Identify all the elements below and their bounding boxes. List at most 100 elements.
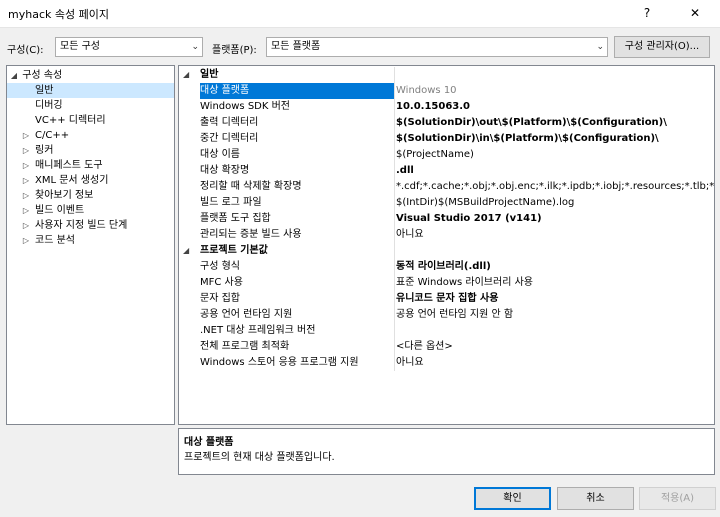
tree-item[interactable]: ▷ 빌드 이벤트 xyxy=(7,203,174,218)
description-title: 대상 플랫폼 xyxy=(184,437,234,448)
property-name: 출력 디렉터리 xyxy=(200,117,259,128)
property-row[interactable]: Windows SDK 버전 10.0.15063.0 xyxy=(179,99,714,115)
tree-item-label: 디버깅 xyxy=(35,100,63,111)
grid-category-label: 프로젝트 기본값 xyxy=(200,245,268,256)
property-row[interactable]: 대상 이름 $(ProjectName) xyxy=(179,147,714,163)
config-label: 구성(C): xyxy=(7,45,44,56)
property-name: 관리되는 증분 빌드 사용 xyxy=(200,229,302,240)
property-name: 공용 언어 런타임 지원 xyxy=(200,309,293,320)
property-value[interactable]: 아니요 xyxy=(396,355,714,371)
property-row[interactable]: 대상 플랫폼 Windows 10 xyxy=(179,83,714,99)
property-value[interactable]: $(SolutionDir)\in\$(Platform)\$(Configur… xyxy=(396,131,714,147)
property-value[interactable]: Windows 10 xyxy=(396,83,714,99)
property-value[interactable]: $(ProjectName) xyxy=(396,147,714,163)
property-name: .NET 대상 프레임워크 버전 xyxy=(200,325,316,336)
grid-category[interactable]: ◢ 일반 xyxy=(179,67,714,83)
property-row[interactable]: 전체 프로그램 최적화 <다른 옵션> xyxy=(179,339,714,355)
property-value[interactable]: *.cdf;*.cache;*.obj;*.obj.enc;*.ilk;*.ip… xyxy=(396,179,714,195)
property-name: 전체 프로그램 최적화 xyxy=(200,341,290,352)
tree-item[interactable]: 일반 xyxy=(7,83,174,98)
property-name: 대상 이름 xyxy=(200,149,240,160)
tree-item-label: 빌드 이벤트 xyxy=(35,205,85,216)
expand-arrow-icon: ▷ xyxy=(22,236,30,245)
property-row[interactable]: 공용 언어 런타임 지원 공용 언어 런타임 지원 안 함 xyxy=(179,307,714,323)
property-value[interactable]: 유니코드 문자 집합 사용 xyxy=(396,291,714,307)
property-value[interactable]: Visual Studio 2017 (v141) xyxy=(396,211,714,227)
property-grid: ◢ 일반 대상 플랫폼 Windows 10 Windows SDK 버전 10.0.15… xyxy=(178,65,715,425)
description-panel: 대상 플랫폼 프로젝트의 현재 대상 플랫폼입니다. xyxy=(178,428,715,475)
ok-button[interactable]: 확인 xyxy=(474,487,551,510)
tree-item[interactable]: ▷ C/C++ xyxy=(7,128,174,143)
tree-item-label: 사용자 지정 빌드 단계 xyxy=(35,220,128,231)
property-row[interactable]: 플랫폼 도구 집합 Visual Studio 2017 (v141) xyxy=(179,211,714,227)
cancel-button[interactable]: 취소 xyxy=(557,487,634,510)
property-name: 정리할 때 삭제할 확장명 xyxy=(200,181,302,192)
property-name: 대상 확장명 xyxy=(200,165,250,176)
expanded-triangle-icon: ◢ xyxy=(183,246,190,255)
property-value[interactable]: 표준 Windows 라이브러리 사용 xyxy=(396,275,714,291)
property-name: 대상 플랫폼 xyxy=(200,83,394,99)
expanded-triangle-icon: ◢ xyxy=(183,70,190,79)
property-value[interactable]: 아니요 xyxy=(396,227,714,243)
property-row[interactable]: 출력 디렉터리 $(SolutionDir)\out\$(Platform)\$(… xyxy=(179,115,714,131)
property-row[interactable]: MFC 사용 표준 Windows 라이브러리 사용 xyxy=(179,275,714,291)
property-row[interactable]: 빌드 로그 파일 $(IntDir)$(MSBuildProjectName).l… xyxy=(179,195,714,211)
property-value[interactable]: <다른 옵션> xyxy=(396,339,714,355)
close-button[interactable]: ✕ xyxy=(680,3,710,23)
tree-item-label: 코드 분석 xyxy=(35,235,75,246)
property-name: 문자 집합 xyxy=(200,293,240,304)
help-button[interactable]: ? xyxy=(632,3,662,23)
tree-item-label: 매니페스트 도구 xyxy=(35,160,103,171)
expand-arrow-icon: ▷ xyxy=(22,221,30,230)
platform-label: 플랫폼(P): xyxy=(212,45,257,56)
tree-item[interactable]: VC++ 디렉터리 xyxy=(7,113,174,128)
description-text: 프로젝트의 현재 대상 플랫폼입니다. xyxy=(184,452,335,463)
tree-item-label: C/C++ xyxy=(35,130,70,141)
property-value[interactable]: 공용 언어 런타임 지원 안 함 xyxy=(396,307,714,323)
chevron-down-icon: ⌄ xyxy=(596,42,604,52)
tree-item[interactable]: ▷ 링커 xyxy=(7,143,174,158)
tree-item[interactable]: ▷ 사용자 지정 빌드 단계 xyxy=(7,218,174,233)
property-row[interactable]: 관리되는 증분 빌드 사용 아니요 xyxy=(179,227,714,243)
window-title: myhack 속성 페이지 xyxy=(8,8,109,21)
expand-arrow-icon: ▷ xyxy=(22,161,30,170)
tree-item-label: 일반 xyxy=(35,85,54,96)
property-row[interactable]: 문자 집합 유니코드 문자 집합 사용 xyxy=(179,291,714,307)
property-name: Windows SDK 버전 xyxy=(200,101,291,112)
tree-item-label: 링커 xyxy=(35,145,54,156)
config-combo[interactable]: 모든 구성 ⌄ xyxy=(55,37,203,57)
column-divider[interactable] xyxy=(394,67,395,371)
expand-arrow-icon: ▷ xyxy=(22,146,30,155)
tree-item[interactable]: ▷ 찾아보기 정보 xyxy=(7,188,174,203)
property-row[interactable]: 중간 디렉터리 $(SolutionDir)\in\$(Platform)\$(C… xyxy=(179,131,714,147)
property-row[interactable]: 대상 확장명 .dll xyxy=(179,163,714,179)
tree-item[interactable]: ▷ 매니페스트 도구 xyxy=(7,158,174,173)
expand-arrow-icon: ▷ xyxy=(22,131,30,140)
property-row[interactable]: Windows 스토어 응용 프로그램 지원 아니요 xyxy=(179,355,714,371)
property-row[interactable]: .NET 대상 프레임워크 버전 xyxy=(179,323,714,339)
property-name: Windows 스토어 응용 프로그램 지원 xyxy=(200,357,359,368)
grid-category[interactable]: ◢ 프로젝트 기본값 xyxy=(179,243,714,259)
property-value[interactable]: 동적 라이브러리(.dll) xyxy=(396,259,714,275)
property-row[interactable]: 구성 형식 동적 라이브러리(.dll) xyxy=(179,259,714,275)
config-manager-button[interactable]: 구성 관리자(O)... xyxy=(614,36,710,58)
tree-root[interactable]: ◢ 구성 속성 xyxy=(9,68,176,83)
property-value[interactable]: .dll xyxy=(396,163,714,179)
tree-root-label: 구성 속성 xyxy=(22,70,63,81)
platform-combo[interactable]: 모든 플랫폼 ⌄ xyxy=(266,37,608,57)
tree-item[interactable]: ▷ 코드 분석 xyxy=(7,233,174,248)
property-name: MFC 사용 xyxy=(200,277,243,288)
property-name: 빌드 로그 파일 xyxy=(200,197,262,208)
expand-arrow-icon: ▷ xyxy=(22,176,30,185)
tree-item-label: XML 문서 생성기 xyxy=(35,175,109,186)
tree-item[interactable]: ▷ XML 문서 생성기 xyxy=(7,173,174,188)
property-value[interactable]: $(IntDir)$(MSBuildProjectName).log xyxy=(396,195,714,211)
apply-button[interactable]: 적용(A) xyxy=(639,487,716,510)
property-value[interactable]: $(SolutionDir)\out\$(Platform)\$(Configu… xyxy=(396,115,714,131)
tree-item[interactable]: 디버깅 xyxy=(7,98,174,113)
property-value[interactable]: 10.0.15063.0 xyxy=(396,99,714,115)
property-value[interactable] xyxy=(396,323,714,339)
property-row[interactable]: 정리할 때 삭제할 확장명 *.cdf;*.cache;*.obj;*.obj.e… xyxy=(179,179,714,195)
title-bar: myhack 속성 페이지 ? ✕ xyxy=(0,0,720,28)
chevron-down-icon: ⌄ xyxy=(191,42,199,52)
